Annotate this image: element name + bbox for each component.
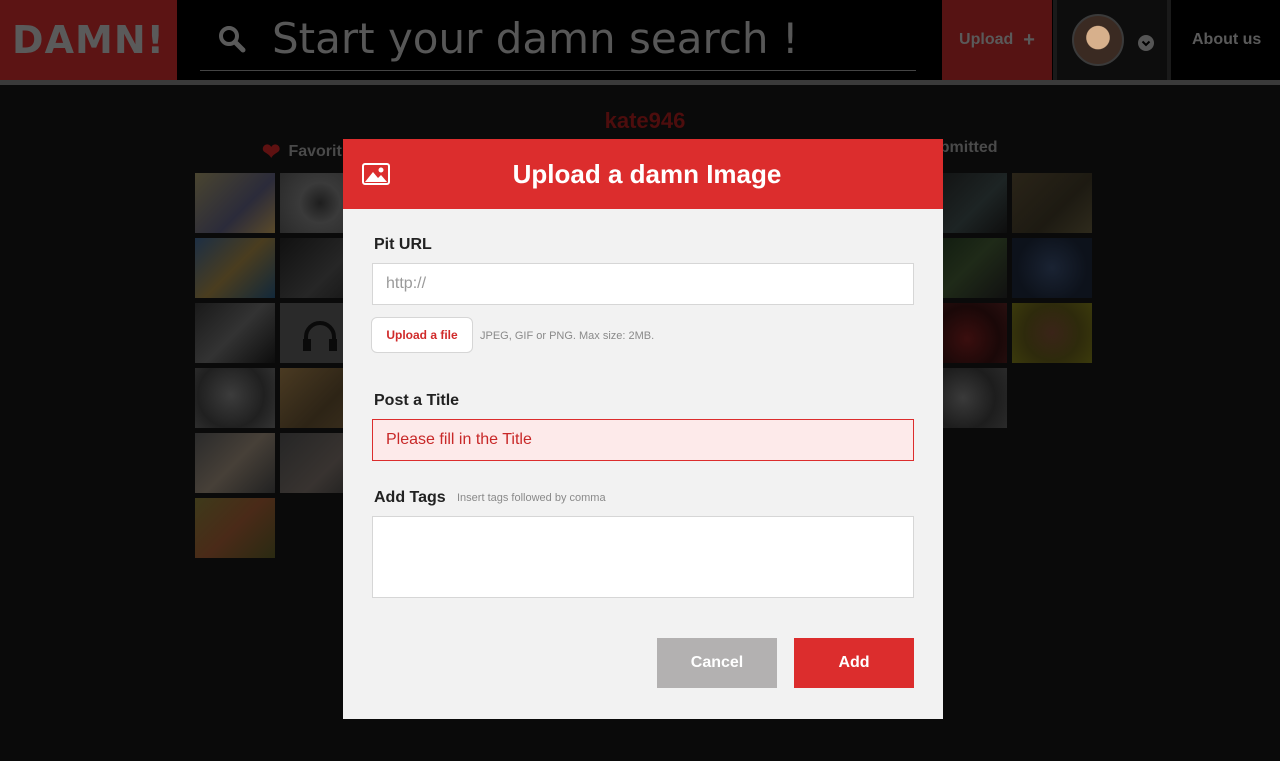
modal-title: Upload a damn Image <box>512 159 782 189</box>
image-thumbnail[interactable] <box>195 303 275 363</box>
image-thumbnail[interactable] <box>195 498 275 558</box>
upload-label: Upload <box>959 31 1014 48</box>
avatar[interactable] <box>1072 14 1124 66</box>
plus-icon: + <box>1023 28 1035 51</box>
site-logo[interactable]: DAMN! <box>0 0 177 80</box>
tags-hint: Insert tags followed by comma <box>457 492 606 504</box>
upload-image-modal: Upload a damn Image Pit URL Upload a fil… <box>343 139 943 719</box>
about-us-link[interactable]: About us <box>1192 0 1272 80</box>
image-thumbnail[interactable] <box>195 238 275 298</box>
search-input[interactable] <box>272 10 912 66</box>
image-thumbnail[interactable] <box>1012 238 1092 298</box>
post-title-label: Post a Title <box>374 392 460 409</box>
favorites-label: Favorit <box>288 143 342 160</box>
search-icon[interactable] <box>218 25 246 53</box>
heart-icon: ❤ <box>262 139 281 164</box>
upload-button[interactable]: Upload + <box>942 0 1052 80</box>
page: DAMN! Upload + About us kate946 ❤ Favori… <box>0 0 1280 761</box>
upload-file-button[interactable]: Upload a file <box>371 317 473 353</box>
image-thumbnail[interactable] <box>195 173 275 233</box>
post-title-input[interactable] <box>372 419 914 461</box>
profile-username: kate946 <box>604 108 686 133</box>
pit-url-label: Pit URL <box>374 236 432 253</box>
image-thumbnail[interactable] <box>195 368 275 428</box>
add-button[interactable]: Add <box>794 638 914 688</box>
modal-header: Upload a damn Image <box>343 139 943 209</box>
file-format-hint: JPEG, GIF or PNG. Max size: 2MB. <box>480 330 655 342</box>
image-thumbnail[interactable] <box>1012 303 1092 363</box>
image-thumbnail[interactable] <box>195 433 275 493</box>
tags-input[interactable] <box>372 516 914 598</box>
pit-url-input[interactable] <box>372 263 914 305</box>
image-thumbnail[interactable] <box>1012 173 1092 233</box>
chevron-down-icon[interactable] <box>1138 35 1154 51</box>
add-tags-label: Add Tags <box>374 489 446 506</box>
header-separator <box>1167 0 1171 80</box>
cancel-button[interactable]: Cancel <box>657 638 777 688</box>
header-divider <box>0 80 1280 85</box>
tab-favorites[interactable]: ❤ Favorit <box>262 139 342 165</box>
